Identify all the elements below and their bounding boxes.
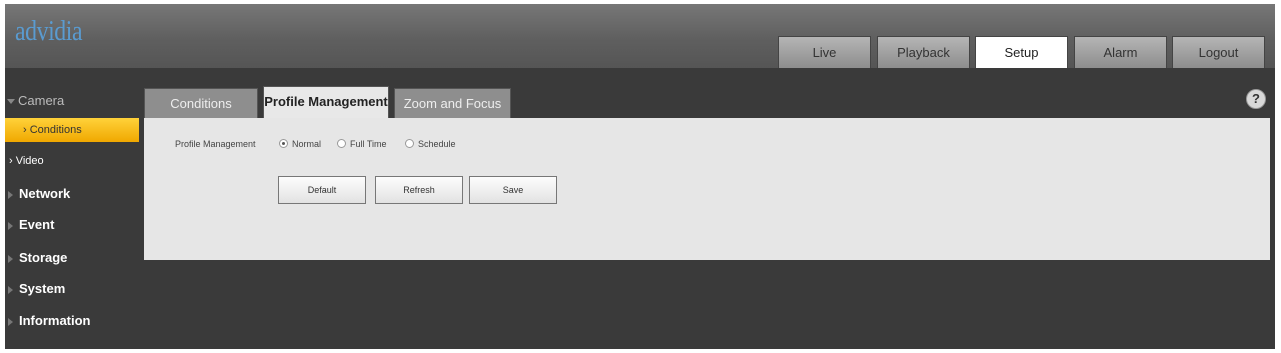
collapsed-triangle-icon — [8, 285, 13, 294]
radio-full-time-label: Full Time — [350, 139, 387, 149]
advidia-logo: advidia — [15, 16, 83, 47]
collapsed-triangle-icon — [8, 221, 13, 230]
sidebar-item-video[interactable]: › Video — [5, 149, 139, 173]
sidebar-item-information[interactable]: Information — [5, 309, 139, 333]
radio-full-time[interactable] — [337, 139, 346, 148]
tab-alarm[interactable]: Alarm — [1074, 36, 1167, 68]
sidebar-item-storage[interactable]: Storage — [5, 246, 139, 270]
radio-schedule-label: Schedule — [418, 139, 456, 149]
radio-normal[interactable] — [279, 139, 288, 148]
save-button[interactable]: Save — [469, 176, 557, 204]
tab-logout[interactable]: Logout — [1172, 36, 1265, 68]
radio-schedule[interactable] — [405, 139, 414, 148]
sidebar-item-event[interactable]: Event — [5, 213, 139, 237]
tab-profile-management[interactable]: Profile Management — [263, 86, 389, 118]
profile-management-label: Profile Management — [175, 139, 256, 149]
sidebar-item-label: Storage — [19, 250, 68, 265]
help-icon[interactable]: ? — [1246, 89, 1266, 109]
sidebar-item-label: Camera — [18, 93, 65, 108]
sidebar-item-camera[interactable]: Camera — [5, 89, 139, 113]
tab-playback[interactable]: Playback — [877, 36, 970, 68]
default-button[interactable]: Default — [278, 176, 366, 204]
sidebar-item-system[interactable]: System — [5, 277, 139, 301]
tab-live[interactable]: Live — [778, 36, 871, 68]
radio-normal-label: Normal — [292, 139, 322, 149]
collapsed-triangle-icon — [8, 317, 13, 326]
refresh-button[interactable]: Refresh — [375, 176, 463, 204]
sidebar-item-label: Network — [19, 186, 71, 201]
sidebar-item-conditions[interactable]: › Conditions — [5, 118, 139, 142]
top-bar: advidia Live Playback Setup Alarm Logout — [5, 4, 1275, 68]
tab-setup[interactable]: Setup — [975, 36, 1068, 68]
tab-zoom-and-focus[interactable]: Zoom and Focus — [394, 88, 511, 118]
expanded-triangle-icon — [7, 99, 15, 105]
sidebar-item-label: Information — [19, 313, 91, 328]
collapsed-triangle-icon — [8, 190, 13, 199]
tab-conditions[interactable]: Conditions — [144, 88, 258, 118]
settings-panel: Profile Management Normal Full Time Sche… — [144, 118, 1270, 260]
sidebar-item-network[interactable]: Network — [5, 182, 139, 206]
sidebar-item-label: System — [19, 281, 66, 296]
sidebar-item-label: Event — [19, 217, 55, 232]
collapsed-triangle-icon — [8, 254, 13, 263]
app-window: advidia Live Playback Setup Alarm Logout… — [5, 4, 1275, 349]
